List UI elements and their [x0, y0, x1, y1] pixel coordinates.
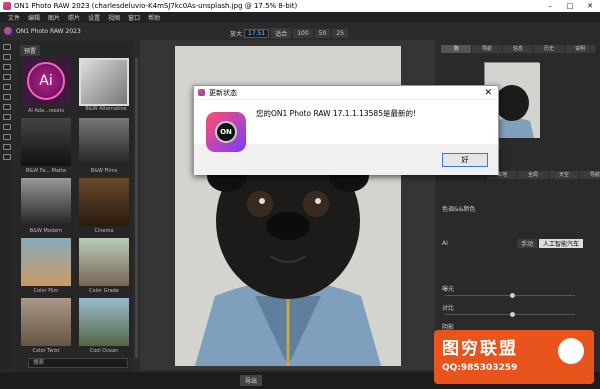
- watermark-logo-icon: [558, 338, 584, 364]
- tab-nav[interactable]: 导航: [580, 171, 600, 179]
- tab-history[interactable]: 历史: [534, 45, 564, 53]
- tab-info[interactable]: 信息: [503, 45, 533, 53]
- ai-auto-button[interactable]: 人工智能汽车: [539, 239, 584, 248]
- zoom-toolbar: 放大 17.51 适合 100 50 25: [230, 28, 348, 39]
- preset-tab[interactable]: 预置: [20, 45, 41, 56]
- dialog-message: 您的ON1 Photo RAW 17.1.1.13585是最新的!: [256, 109, 416, 118]
- mask-tool-icon[interactable]: [3, 124, 11, 130]
- menu-settings[interactable]: 设置: [88, 13, 100, 22]
- section-tone-color[interactable]: 色调&&颜色: [442, 204, 475, 213]
- app-name: ON1 Photo RAW 2023: [16, 27, 81, 35]
- minimize-button[interactable]: –: [540, 2, 560, 10]
- zoom-fit-button[interactable]: 适合: [271, 28, 292, 39]
- tab-navigator[interactable]: 导航: [472, 45, 502, 53]
- brush-tool-icon[interactable]: [3, 74, 11, 80]
- browser-scrollbar[interactable]: [135, 58, 138, 358]
- on1-app-icon: ON: [206, 112, 246, 152]
- slider-knob[interactable]: [510, 312, 515, 317]
- watermark: 图穷联盟 QQ:985303259: [434, 330, 594, 384]
- menu-bar: 文件 编辑 图片 照片 设置 视图 窗口 帮助: [0, 12, 600, 23]
- edit-tabs: 本地 全局 天空 导航: [487, 171, 600, 179]
- preset-label: Cool Ocean: [89, 348, 119, 354]
- window-title: ON1 Photo RAW 2023 (charlesdeluvio-K4mSJ…: [14, 2, 298, 10]
- close-button[interactable]: ✕: [580, 2, 600, 10]
- dialog-close-icon[interactable]: ✕: [484, 88, 492, 98]
- preset-thumb[interactable]: B&W Fa... Matte: [21, 118, 71, 174]
- move-tool-icon[interactable]: [3, 54, 11, 60]
- clone-tool-icon[interactable]: [3, 104, 11, 110]
- zoom-50-button[interactable]: 50: [314, 29, 331, 38]
- contrast-slider[interactable]: [445, 312, 575, 317]
- exposure-slider[interactable]: [445, 293, 575, 298]
- menu-image[interactable]: 图片: [48, 13, 60, 22]
- menu-edit[interactable]: 编辑: [28, 13, 40, 22]
- slider-label: 曝光: [442, 286, 455, 293]
- preset-thumb[interactable]: Color Twist: [21, 298, 71, 354]
- eraser-tool-icon[interactable]: [3, 84, 11, 90]
- slider-label: 对比: [442, 305, 455, 312]
- preset-label: B&W Films: [90, 168, 118, 174]
- preset-label: AI Ada...resets: [27, 108, 65, 114]
- preset-label: B&W Alternative: [85, 106, 127, 112]
- crop-tool-icon[interactable]: [3, 44, 11, 50]
- hand-tool-icon[interactable]: [3, 154, 11, 160]
- redeye-tool-icon[interactable]: [3, 134, 11, 140]
- tab-global[interactable]: 全局: [518, 171, 548, 179]
- zoom-100-button[interactable]: 100: [293, 29, 313, 38]
- heal-tool-icon[interactable]: [3, 94, 11, 100]
- preset-thumb[interactable]: Color Grade: [79, 238, 129, 294]
- ai-label: AI: [442, 240, 448, 247]
- dialog-app-icon: [198, 89, 205, 96]
- preset-thumb[interactable]: Cinema: [79, 178, 129, 234]
- preset-label: Color Film: [33, 288, 59, 294]
- on1-logo-icon: [4, 27, 12, 35]
- text-tool-icon[interactable]: [3, 64, 11, 70]
- preset-label: B&W Fa... Matte: [25, 168, 67, 174]
- right-tabs: 浏 导航 信息 历史 说明: [441, 45, 596, 53]
- preset-thumb[interactable]: B&W Alternative: [79, 58, 129, 112]
- tab-sky[interactable]: 天空: [549, 171, 579, 179]
- zoom-label: 放大: [230, 31, 243, 38]
- menu-photo[interactable]: 照片: [68, 13, 80, 22]
- menu-file[interactable]: 文件: [8, 13, 20, 22]
- watermark-title: 图穷联盟: [442, 339, 518, 359]
- preset-thumb[interactable]: Ai AI Ada...resets: [21, 58, 71, 114]
- ai-preset-icon: Ai: [27, 62, 65, 100]
- slider-knob[interactable]: [510, 293, 515, 298]
- preset-label: Cinema: [94, 228, 114, 234]
- zoom-input[interactable]: 17.51: [244, 29, 270, 38]
- preset-thumb[interactable]: Cool Ocean: [79, 298, 129, 354]
- preset-browser: 预置 Ai AI Ada...resets B&W Alternative B&…: [15, 42, 133, 372]
- update-status-dialog: 更新状态 ✕ 好 ON 您的ON1 Photo RAW 17.1.1.13585…: [193, 85, 499, 175]
- preset-search-input[interactable]: 搜索: [28, 358, 128, 368]
- export-button[interactable]: 导出: [240, 375, 263, 386]
- dialog-titlebar: 更新状态 ✕: [194, 86, 498, 100]
- on1-icon-text: ON: [215, 121, 237, 143]
- preset-thumb[interactable]: Color Film: [21, 238, 71, 294]
- zoom-25-button[interactable]: 25: [332, 29, 348, 38]
- tool-column: [0, 40, 14, 370]
- menu-window[interactable]: 窗口: [128, 13, 140, 22]
- gradient-tool-icon[interactable]: [3, 114, 11, 120]
- zoom-tool-icon[interactable]: [3, 144, 11, 150]
- preset-label: Color Twist: [32, 348, 60, 354]
- title-bar: ON1 Photo RAW 2023 (charlesdeluvio-K4mSJ…: [0, 0, 600, 12]
- preset-label: Color Grade: [89, 288, 119, 294]
- tab-notes[interactable]: 说明: [565, 45, 595, 53]
- preset-label: B&W Modern: [29, 228, 63, 234]
- app-logo: ON1 Photo RAW 2023: [4, 27, 81, 35]
- ok-button[interactable]: 好: [442, 153, 488, 167]
- app-icon: [3, 2, 11, 10]
- mode-button[interactable]: 手动: [517, 239, 538, 248]
- preset-thumb[interactable]: B&W Films: [79, 118, 129, 174]
- menu-help[interactable]: 帮助: [148, 13, 160, 22]
- maximize-button[interactable]: □: [560, 2, 580, 10]
- tab-browse[interactable]: 浏: [441, 45, 471, 53]
- menu-view[interactable]: 视图: [108, 13, 120, 22]
- dialog-title: 更新状态: [209, 88, 237, 97]
- preset-thumb[interactable]: B&W Modern: [21, 178, 71, 234]
- watermark-sub: QQ:985303259: [442, 363, 518, 373]
